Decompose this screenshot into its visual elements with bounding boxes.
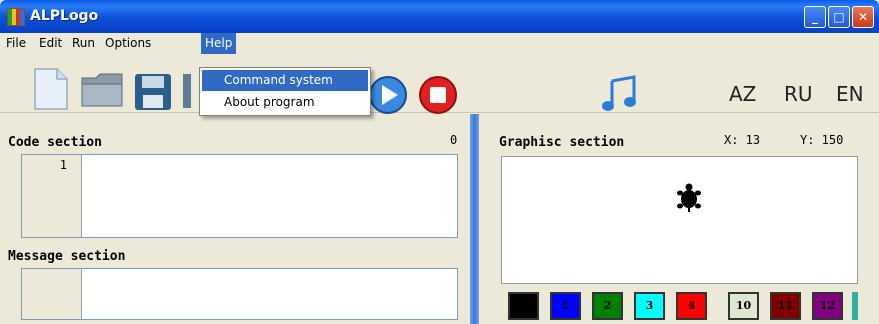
- close-button[interactable]: ✕: [852, 6, 874, 28]
- panel-splitter[interactable]: [470, 114, 479, 324]
- palette-swatch-partial[interactable]: [852, 292, 858, 320]
- code-counter: 0: [450, 133, 458, 147]
- menu-item-command-system[interactable]: Command system: [202, 70, 368, 91]
- lang-az-button[interactable]: AZ: [729, 82, 756, 106]
- line-number: 1: [59, 158, 67, 172]
- app-icon: [7, 8, 25, 26]
- message-box[interactable]: [21, 268, 458, 320]
- graphics-canvas[interactable]: [501, 156, 858, 284]
- palette-swatch[interactable]: 3: [634, 292, 665, 320]
- new-file-icon[interactable]: [33, 67, 69, 111]
- message-gutter: [22, 269, 82, 319]
- menu-file[interactable]: File: [6, 36, 26, 50]
- lang-ru-button[interactable]: RU: [784, 82, 813, 106]
- graphics-section-label: Graphisc section: [499, 135, 625, 150]
- palette-swatch[interactable]: 10: [728, 292, 759, 320]
- y-coordinate-readout: Y: 150: [800, 133, 844, 147]
- palette-swatch[interactable]: 2: [592, 292, 623, 320]
- menu-bar: File Edit Run Options Help: [0, 33, 879, 55]
- palette-swatch[interactable]: 11: [770, 292, 801, 320]
- palette-swatch[interactable]: 4: [676, 292, 707, 320]
- menu-options[interactable]: Options: [105, 36, 151, 50]
- palette-swatch[interactable]: [508, 292, 539, 320]
- code-editor[interactable]: 1: [21, 154, 458, 238]
- maximize-button[interactable]: □: [828, 6, 850, 28]
- menu-help[interactable]: Help: [201, 33, 237, 54]
- menu-run[interactable]: Run: [72, 36, 95, 50]
- stop-icon[interactable]: [418, 75, 458, 115]
- save-icon[interactable]: [134, 73, 172, 111]
- turtle-icon: [677, 183, 701, 212]
- window-title: ALPLogo: [30, 8, 99, 24]
- open-folder-icon[interactable]: [80, 70, 126, 110]
- music-icon[interactable]: [602, 75, 638, 113]
- lang-en-button[interactable]: EN: [836, 82, 864, 106]
- palette-swatch[interactable]: 12: [812, 292, 843, 320]
- help-dropdown: Command system About program: [199, 67, 371, 116]
- line-number-gutter: 1: [22, 155, 82, 237]
- toolbar-icon-partial[interactable]: [183, 74, 191, 108]
- menu-edit[interactable]: Edit: [39, 36, 62, 50]
- message-section-label: Message section: [8, 249, 126, 264]
- minimize-button[interactable]: _: [804, 6, 826, 28]
- x-coordinate-readout: X: 13: [724, 133, 761, 147]
- palette-swatch[interactable]: 1: [550, 292, 581, 320]
- menu-item-about-program[interactable]: About program: [202, 92, 368, 113]
- title-bar: ALPLogo _ □ ✕: [0, 0, 879, 33]
- run-icon[interactable]: [368, 75, 408, 115]
- code-section-label: Code section: [8, 135, 102, 150]
